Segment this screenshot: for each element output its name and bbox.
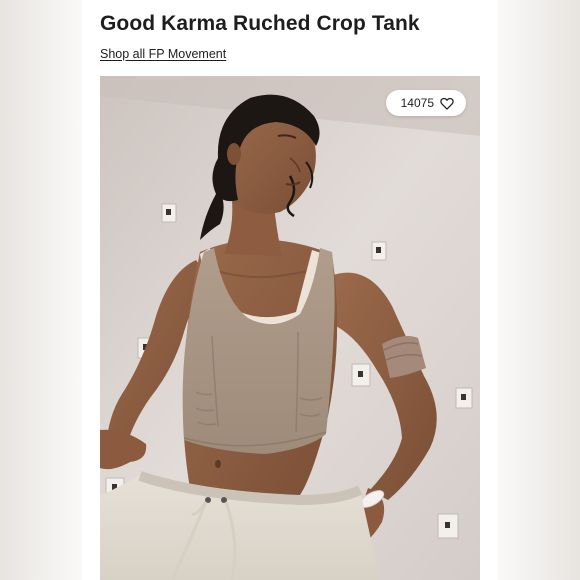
product-title: Good Karma Ruched Crop Tank [100, 12, 420, 35]
right-margin [498, 0, 580, 580]
favorite-count: 14075 [400, 96, 434, 110]
model-photo [100, 76, 480, 580]
product-card: Good Karma Ruched Crop Tank Shop all FP … [82, 0, 498, 580]
product-image: 14075 [100, 76, 480, 580]
favorite-button[interactable]: 14075 [385, 90, 466, 116]
shop-all-link[interactable]: Shop all FP Movement [100, 47, 226, 61]
left-margin [0, 0, 82, 580]
heart-icon [440, 97, 454, 110]
